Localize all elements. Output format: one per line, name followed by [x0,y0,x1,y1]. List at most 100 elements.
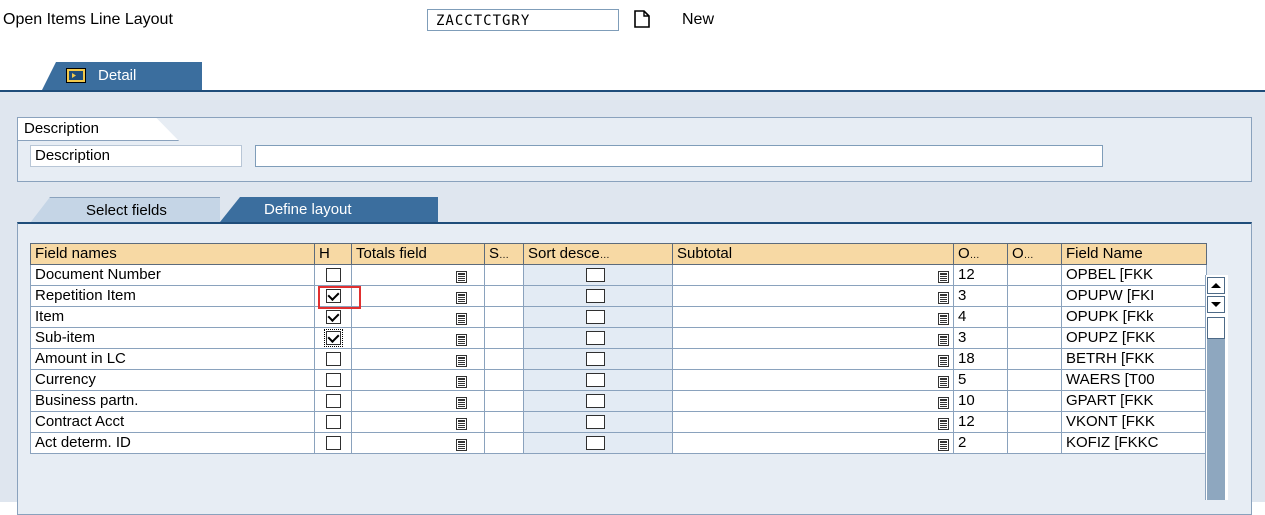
cell-output-length[interactable]: 18 [953,349,1007,370]
col-h[interactable]: H [314,243,351,265]
table-row[interactable]: Sub-item 3 OPUPZ [FKK [30,328,1212,349]
cell-s[interactable] [484,328,523,349]
f4-help-icon[interactable] [938,395,949,409]
cell-s[interactable] [484,349,523,370]
col-o1[interactable]: O… [953,243,1007,265]
cell-subtotal[interactable] [672,349,953,370]
table-row[interactable]: Business partn. 10 GPART [FKK [30,391,1212,412]
hide-checkbox[interactable] [324,329,343,347]
cell-totals-field[interactable] [351,286,484,307]
sort-descending-checkbox[interactable] [586,331,605,345]
cell-o2[interactable] [1007,370,1061,391]
cell-subtotal[interactable] [672,265,953,286]
f4-help-icon[interactable] [938,311,949,325]
col-s[interactable]: S… [484,243,523,265]
cell-o2[interactable] [1007,307,1061,328]
sort-descending-checkbox[interactable] [586,373,605,387]
f4-help-icon[interactable] [938,332,949,346]
table-row[interactable]: Item 4 OPUPK [FKk [30,307,1212,328]
hide-checkbox[interactable] [326,352,341,366]
f4-help-icon[interactable] [456,290,467,304]
scroll-track[interactable] [1207,339,1225,500]
cell-s[interactable] [484,307,523,328]
hide-checkbox[interactable] [326,310,341,324]
f4-help-icon[interactable] [938,269,949,283]
cell-totals-field[interactable] [351,433,484,454]
sort-descending-checkbox[interactable] [586,289,605,303]
new-label[interactable]: New [682,11,714,29]
col-field-name[interactable]: Field Name [1061,243,1207,265]
table-row[interactable]: Act determ. ID 2 KOFIZ [FKKC [30,433,1212,454]
cell-output-length[interactable]: 4 [953,307,1007,328]
tab-select-fields[interactable]: Select fields [30,197,220,223]
hide-checkbox[interactable] [326,268,341,282]
cell-output-length[interactable]: 5 [953,370,1007,391]
scroll-up-button[interactable] [1207,277,1225,294]
f4-help-icon[interactable] [938,353,949,367]
col-sort-desc[interactable]: Sort desce… [523,243,672,265]
cell-totals-field[interactable] [351,370,484,391]
new-document-icon[interactable] [634,10,650,28]
table-row[interactable]: Currency 5 WAERS [T00 [30,370,1212,391]
cell-subtotal[interactable] [672,412,953,433]
cell-o2[interactable] [1007,433,1061,454]
cell-totals-field[interactable] [351,391,484,412]
table-row[interactable]: Repetition Item 3 OPUPW [FKI [30,286,1212,307]
scroll-down-button[interactable] [1207,296,1225,313]
cell-output-length[interactable]: 10 [953,391,1007,412]
f4-help-icon[interactable] [938,290,949,304]
tab-detail[interactable]: Detail [42,62,202,90]
cell-s[interactable] [484,286,523,307]
col-o2[interactable]: O… [1007,243,1061,265]
cell-totals-field[interactable] [351,412,484,433]
sort-descending-checkbox[interactable] [586,310,605,324]
hide-checkbox[interactable] [326,436,341,450]
cell-s[interactable] [484,265,523,286]
tab-define-layout[interactable]: Define layout [220,197,438,222]
col-subtotal[interactable]: Subtotal [672,243,953,265]
layout-code-field[interactable]: ZACCTCTGRY [427,9,619,31]
cell-subtotal[interactable] [672,433,953,454]
cell-totals-field[interactable] [351,307,484,328]
cell-s[interactable] [484,391,523,412]
cell-output-length[interactable]: 3 [953,286,1007,307]
f4-help-icon[interactable] [456,437,467,451]
cell-s[interactable] [484,412,523,433]
col-totals-field[interactable]: Totals field [351,243,484,265]
f4-help-icon[interactable] [456,311,467,325]
table-vertical-scrollbar[interactable] [1205,275,1228,500]
cell-subtotal[interactable] [672,370,953,391]
cell-subtotal[interactable] [672,286,953,307]
hide-checkbox[interactable] [326,415,341,429]
hide-checkbox[interactable] [326,394,341,408]
cell-s[interactable] [484,370,523,391]
sort-descending-checkbox[interactable] [586,394,605,408]
hide-checkbox[interactable] [326,373,341,387]
sort-descending-checkbox[interactable] [586,352,605,366]
cell-o2[interactable] [1007,286,1061,307]
cell-totals-field[interactable] [351,265,484,286]
cell-subtotal[interactable] [672,307,953,328]
f4-help-icon[interactable] [456,395,467,409]
cell-o2[interactable] [1007,412,1061,433]
f4-help-icon[interactable] [456,353,467,367]
sort-descending-checkbox[interactable] [586,415,605,429]
f4-help-icon[interactable] [456,416,467,430]
description-input[interactable] [255,145,1103,167]
sort-descending-checkbox[interactable] [586,436,605,450]
cell-output-length[interactable]: 2 [953,433,1007,454]
table-row[interactable]: Contract Acct 12 VKONT [FKK [30,412,1212,433]
cell-o2[interactable] [1007,328,1061,349]
cell-o2[interactable] [1007,349,1061,370]
cell-s[interactable] [484,433,523,454]
scroll-thumb[interactable] [1207,317,1225,339]
sort-descending-checkbox[interactable] [586,268,605,282]
f4-help-icon[interactable] [938,416,949,430]
cell-subtotal[interactable] [672,328,953,349]
cell-output-length[interactable]: 12 [953,412,1007,433]
cell-o2[interactable] [1007,265,1061,286]
f4-help-icon[interactable] [938,374,949,388]
table-row[interactable]: Document Number 12 OPBEL [FKK [30,265,1212,286]
cell-o2[interactable] [1007,391,1061,412]
f4-help-icon[interactable] [456,269,467,283]
